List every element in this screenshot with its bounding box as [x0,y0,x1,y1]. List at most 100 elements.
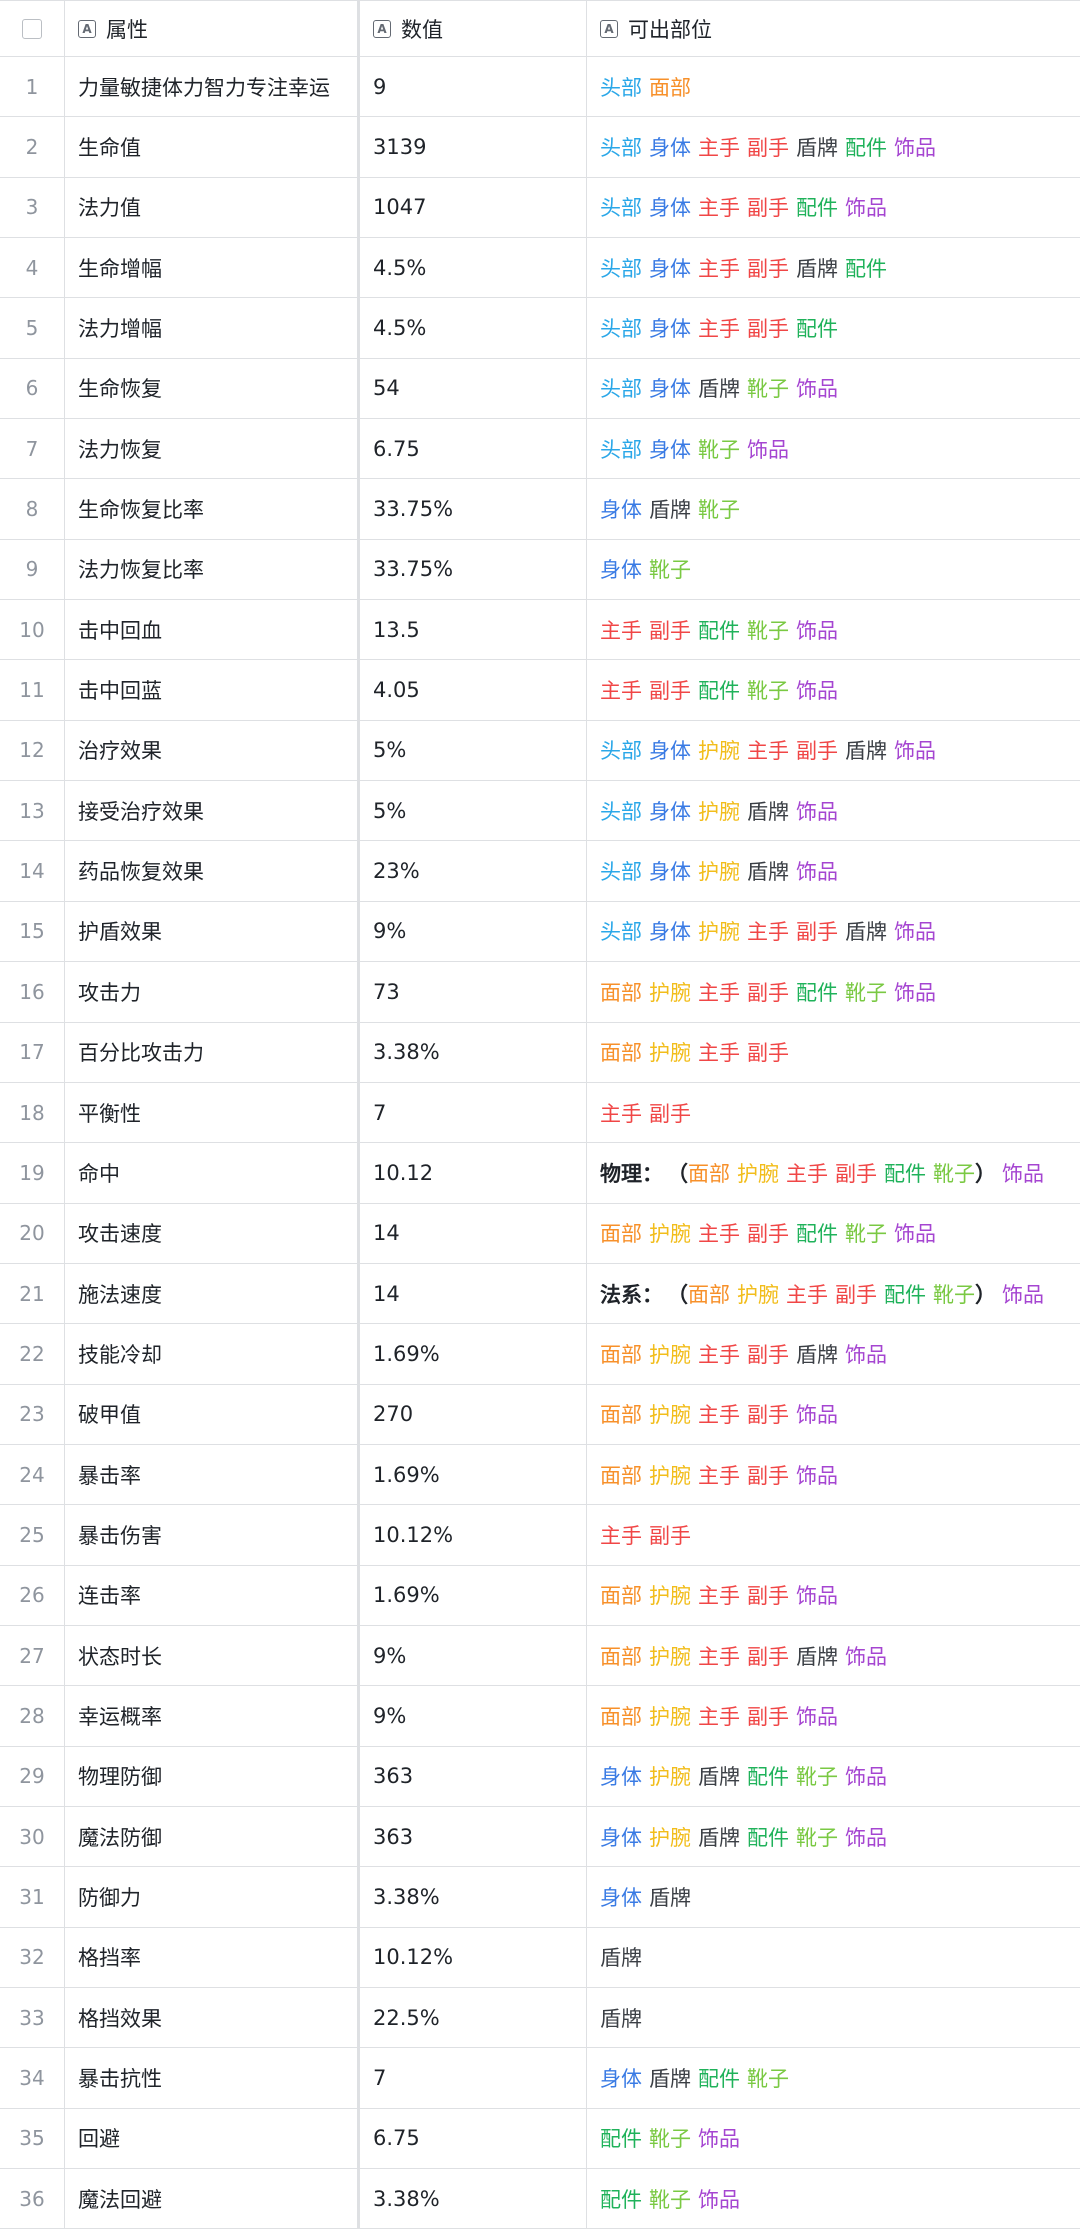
table-row[interactable]: 8 生命恢复比率 33.75% 身体 盾牌 靴子 [0,479,1080,540]
select-all-cell[interactable] [0,1,65,56]
attr-cell[interactable]: 生命恢复 [65,358,360,419]
table-row[interactable]: 22 技能冷却 1.69% 面部 护腕 主手 副手 盾牌 饰品 [0,1324,1080,1385]
value-cell[interactable]: 1.69% [360,1324,587,1384]
table-row[interactable]: 25 暴击伤害 10.12% 主手 副手 [0,1505,1080,1566]
attr-cell[interactable]: 法力恢复比率 [65,539,360,600]
parts-cell[interactable]: 面部 护腕 主手 副手 饰品 [587,1686,1080,1745]
value-cell[interactable]: 14 [360,1263,587,1324]
value-cell[interactable]: 4.5% [360,298,587,358]
column-header-parts[interactable]: A 可出部位 [587,1,1080,56]
table-row[interactable]: 18 平衡性 7 主手 副手 [0,1082,1080,1144]
parts-cell[interactable]: 头部 身体 主手 副手 盾牌 配件 饰品 [587,117,1080,176]
parts-cell[interactable]: 主手 副手 [587,1505,1080,1564]
attr-cell[interactable]: 接受治疗效果 [65,781,360,841]
attr-cell[interactable]: 命中 [65,1143,360,1203]
parts-cell[interactable]: 主手 副手 配件 靴子 饰品 [587,600,1080,659]
parts-cell[interactable]: 面部 护腕 主手 副手 盾牌 饰品 [587,1626,1080,1685]
parts-cell[interactable]: 身体 盾牌 靴子 [587,479,1080,538]
parts-cell[interactable]: 面部 护腕 主手 副手 饰品 [587,1385,1080,1444]
parts-cell[interactable]: 头部 身体 靴子 饰品 [587,419,1080,478]
attr-cell[interactable]: 法力恢复 [65,419,360,479]
parts-cell[interactable]: 盾牌 [587,1988,1080,2047]
attr-cell[interactable]: 魔法回避 [65,2169,360,2229]
value-cell[interactable]: 363 [360,1746,587,1806]
value-cell[interactable]: 270 [360,1384,587,1444]
table-row[interactable]: 20 攻击速度 14 面部 护腕 主手 副手 配件 靴子 饰品 [0,1203,1080,1264]
value-cell[interactable]: 7 [360,1082,587,1143]
value-cell[interactable]: 1.69% [360,1565,587,1625]
value-cell[interactable]: 7 [360,2048,587,2108]
parts-cell[interactable]: 头部 身体 主手 副手 配件 饰品 [587,178,1080,237]
value-cell[interactable]: 10.12 [360,1143,587,1203]
table-row[interactable]: 5 法力增幅 4.5% 头部 身体 主手 副手 配件 [0,298,1080,359]
attr-cell[interactable]: 防御力 [65,1867,360,1927]
value-cell[interactable]: 1.69% [360,1444,587,1505]
parts-cell[interactable]: 头部 身体 护腕 盾牌 饰品 [587,781,1080,840]
parts-cell[interactable]: 身体 靴子 [587,540,1080,599]
table-row[interactable]: 19 命中 10.12 物理：（面部 护腕 主手 副手 配件 靴子）饰品 [0,1143,1080,1204]
parts-cell[interactable]: 法系：（面部 护腕 主手 副手 配件 靴子）饰品 [587,1264,1080,1323]
table-row[interactable]: 23 破甲值 270 面部 护腕 主手 副手 饰品 [0,1384,1080,1445]
select-all-checkbox[interactable] [22,18,42,39]
table-row[interactable]: 24 暴击率 1.69% 面部 护腕 主手 副手 饰品 [0,1444,1080,1506]
value-cell[interactable]: 6.75 [360,2108,587,2169]
table-row[interactable]: 35 回避 6.75 配件 靴子 饰品 [0,2108,1080,2170]
attr-cell[interactable]: 法力增幅 [65,298,360,358]
attr-cell[interactable]: 护盾效果 [65,901,360,962]
parts-cell[interactable]: 身体 盾牌 [587,1867,1080,1926]
parts-cell[interactable]: 配件 靴子 饰品 [587,2169,1080,2228]
table-row[interactable]: 28 幸运概率 9% 面部 护腕 主手 副手 饰品 [0,1686,1080,1747]
attr-cell[interactable]: 格挡效果 [65,1988,360,2048]
attr-cell[interactable]: 施法速度 [65,1263,360,1324]
table-row[interactable]: 12 治疗效果 5% 头部 身体 护腕 主手 副手 盾牌 饰品 [0,720,1080,782]
table-row[interactable]: 16 攻击力 73 面部 护腕 主手 副手 配件 靴子 饰品 [0,962,1080,1023]
attr-cell[interactable]: 力量敏捷体力智力专注幸运 [65,57,360,117]
value-cell[interactable]: 3.38% [360,2169,587,2229]
attr-cell[interactable]: 暴击抗性 [65,2048,360,2108]
value-cell[interactable]: 54 [360,358,587,419]
table-row[interactable]: 33 格挡效果 22.5% 盾牌 [0,1988,1080,2049]
value-cell[interactable]: 23% [360,841,587,901]
attr-cell[interactable]: 百分比攻击力 [65,1022,360,1082]
parts-cell[interactable]: 身体 护腕 盾牌 配件 靴子 饰品 [587,1747,1080,1806]
attr-cell[interactable]: 暴击伤害 [65,1505,360,1565]
parts-cell[interactable]: 头部 身体 护腕 主手 副手 盾牌 饰品 [587,721,1080,780]
parts-cell[interactable]: 面部 护腕 主手 副手 配件 靴子 饰品 [587,1204,1080,1263]
parts-cell[interactable]: 面部 护腕 主手 副手 [587,1023,1080,1082]
parts-cell[interactable]: 头部 身体 护腕 盾牌 饰品 [587,841,1080,900]
attr-cell[interactable]: 击中回血 [65,600,360,660]
table-row[interactable]: 36 魔法回避 3.38% 配件 靴子 饰品 [0,2169,1080,2230]
parts-cell[interactable]: 面部 护腕 主手 副手 配件 靴子 饰品 [587,962,1080,1021]
parts-cell[interactable]: 盾牌 [587,1928,1080,1987]
value-cell[interactable]: 73 [360,962,587,1022]
parts-cell[interactable]: 头部 身体 护腕 主手 副手 盾牌 饰品 [587,902,1080,961]
attr-cell[interactable]: 状态时长 [65,1625,360,1686]
table-row[interactable]: 3 法力值 1047 头部 身体 主手 副手 配件 饰品 [0,177,1080,239]
parts-cell[interactable]: 物理：（面部 护腕 主手 副手 配件 靴子）饰品 [587,1143,1080,1202]
table-row[interactable]: 10 击中回血 13.5 主手 副手 配件 靴子 饰品 [0,600,1080,661]
attr-cell[interactable]: 生命恢复比率 [65,479,360,539]
table-row[interactable]: 13 接受治疗效果 5% 头部 身体 护腕 盾牌 饰品 [0,781,1080,842]
table-row[interactable]: 15 护盾效果 9% 头部 身体 护腕 主手 副手 盾牌 饰品 [0,901,1080,963]
table-row[interactable]: 2 生命值 3139 头部 身体 主手 副手 盾牌 配件 饰品 [0,117,1080,178]
attr-cell[interactable]: 格挡率 [65,1927,360,1987]
table-row[interactable]: 11 击中回蓝 4.05 主手 副手 配件 靴子 饰品 [0,660,1080,721]
value-cell[interactable]: 9% [360,1625,587,1686]
attr-cell[interactable]: 连击率 [65,1565,360,1625]
table-row[interactable]: 34 暴击抗性 7 身体 盾牌 配件 靴子 [0,2048,1080,2109]
attr-cell[interactable]: 治疗效果 [65,720,360,781]
table-row[interactable]: 6 生命恢复 54 头部 身体 盾牌 靴子 饰品 [0,358,1080,420]
value-cell[interactable]: 6.75 [360,419,587,479]
table-row[interactable]: 27 状态时长 9% 面部 护腕 主手 副手 盾牌 饰品 [0,1625,1080,1687]
attr-cell[interactable]: 暴击率 [65,1444,360,1505]
table-row[interactable]: 31 防御力 3.38% 身体 盾牌 [0,1867,1080,1928]
attr-cell[interactable]: 技能冷却 [65,1324,360,1384]
value-cell[interactable]: 4.05 [360,660,587,720]
table-row[interactable]: 29 物理防御 363 身体 护腕 盾牌 配件 靴子 饰品 [0,1746,1080,1807]
value-cell[interactable]: 14 [360,1203,587,1263]
value-cell[interactable]: 5% [360,781,587,841]
value-cell[interactable]: 33.75% [360,479,587,539]
table-row[interactable]: 21 施法速度 14 法系：（面部 护腕 主手 副手 配件 靴子）饰品 [0,1263,1080,1325]
value-cell[interactable]: 1047 [360,177,587,238]
parts-cell[interactable]: 身体 盾牌 配件 靴子 [587,2048,1080,2107]
